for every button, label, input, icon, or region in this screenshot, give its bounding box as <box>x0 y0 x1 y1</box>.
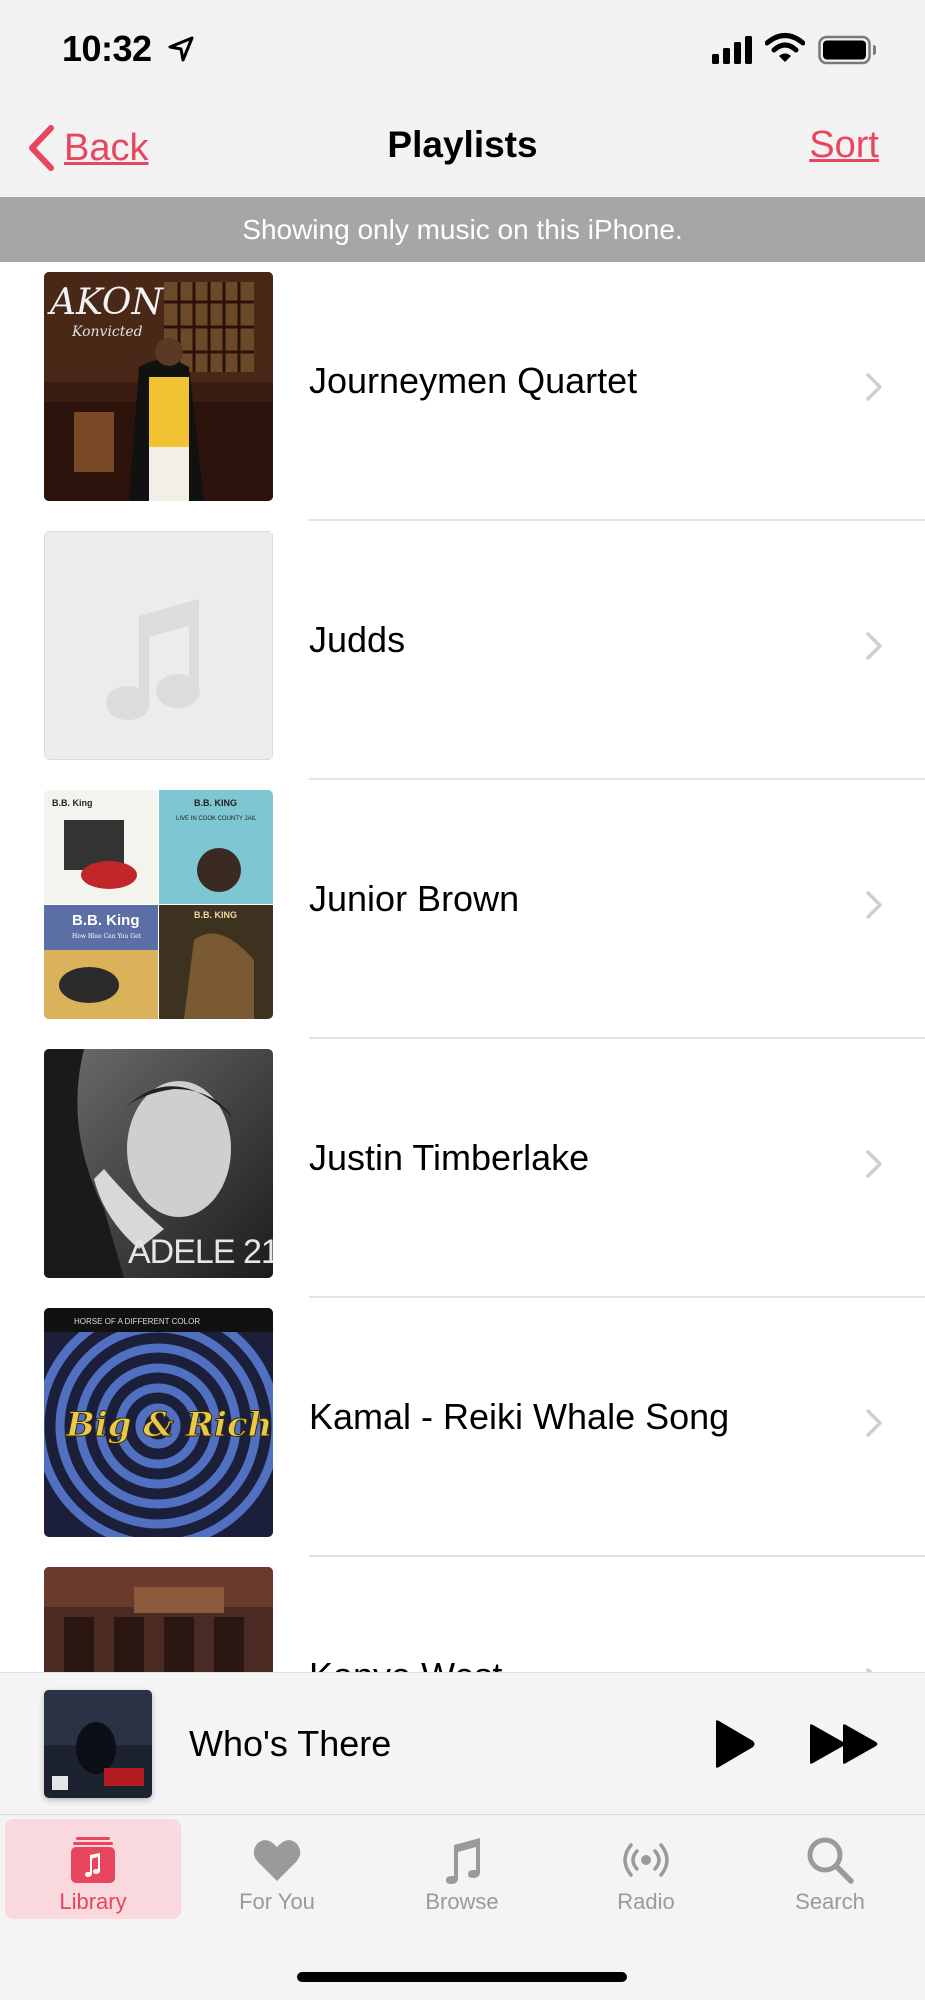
tab-for-you[interactable]: For You <box>189 1819 365 1919</box>
mini-player[interactable]: Who's There <box>0 1672 925 1814</box>
tab-label: Search <box>795 1889 865 1914</box>
playlist-item[interactable]: Kanye West <box>0 1557 925 1672</box>
playlist-item[interactable]: HORSE OF A DIFFERENT COLOR Big & Rich Ka… <box>0 1298 925 1557</box>
akon-subtitle-text: Konvicted <box>71 324 143 340</box>
building-album-art <box>44 1567 273 1672</box>
heart-icon <box>253 1840 301 1881</box>
tab-radio[interactable]: Radio <box>558 1819 734 1919</box>
playlist-list[interactable]: AKON Konvicted Journeymen Quartet Judds <box>0 262 925 1672</box>
bbking-text-4: B.B. KING <box>194 910 237 920</box>
tab-label: Browse <box>425 1889 499 1914</box>
tab-browse[interactable]: Browse <box>374 1819 550 1919</box>
status-bar: 10:32 <box>0 0 925 100</box>
bbking-text-3: B.B. King <box>72 912 140 929</box>
sort-button[interactable]: Sort <box>809 124 879 167</box>
home-indicator[interactable] <box>297 1972 627 1982</box>
chevron-right-icon <box>866 373 882 401</box>
bb-king-mosaic-art: B.B. King B.B. KING LIVE IN COOK COUNTY … <box>44 790 273 1019</box>
chevron-right-icon <box>866 1409 882 1437</box>
now-playing-art[interactable] <box>44 1690 152 1798</box>
wifi-icon <box>765 33 805 62</box>
big-rich-album-art: HORSE OF A DIFFERENT COLOR Big & Rich <box>44 1308 273 1537</box>
playlist-item[interactable]: Judds <box>0 521 925 780</box>
chevron-right-icon <box>866 632 882 660</box>
music-note-icon <box>446 1838 480 1884</box>
radio-icon <box>623 1843 669 1877</box>
offline-banner: Showing only music on this iPhone. <box>0 197 925 262</box>
playlist-item[interactable]: B.B. King B.B. KING LIVE IN COOK COUNTY … <box>0 780 925 1039</box>
bbking-sub-3: How Blue Can You Get <box>72 933 142 940</box>
location-arrow-icon <box>168 36 194 62</box>
playlist-item[interactable]: ADELE 21 Justin Timberlake <box>0 1039 925 1298</box>
playlist-label: Judds <box>309 619 406 660</box>
bigrich-top-text: HORSE OF A DIFFERENT COLOR <box>74 1317 200 1326</box>
library-icon <box>71 1837 115 1883</box>
playlist-label: Kanye West <box>309 1655 502 1672</box>
tab-label: Library <box>59 1889 127 1914</box>
playlist-label: Justin Timberlake <box>309 1137 590 1178</box>
now-playing-title: Who's There <box>189 1723 392 1764</box>
playlist-label: Kamal - Reiki Whale Song <box>309 1396 730 1437</box>
tab-library[interactable]: Library <box>5 1819 181 1919</box>
akon-album-art: AKON Konvicted <box>44 272 273 501</box>
chevron-right-icon <box>866 1150 882 1178</box>
battery-icon <box>818 35 876 65</box>
adele-text: ADELE 21 <box>128 1233 273 1271</box>
tab-label: For You <box>239 1889 315 1914</box>
bigrich-title-text: Big & Rich <box>65 1405 272 1445</box>
tab-search[interactable]: Search <box>742 1819 918 1919</box>
akon-title-text: AKON <box>47 282 164 323</box>
bbking-text-1: B.B. King <box>52 798 93 808</box>
playlist-label: Journeymen Quartet <box>309 360 638 401</box>
play-button[interactable] <box>712 1719 756 1769</box>
chevron-right-icon <box>866 891 882 919</box>
bbking-text-2: B.B. KING <box>194 798 237 808</box>
playlist-label: Junior Brown <box>309 878 520 919</box>
cellular-signal-icon <box>712 36 752 64</box>
fast-forward-button[interactable] <box>808 1723 880 1765</box>
search-icon <box>807 1837 854 1884</box>
tab-label: Radio <box>617 1889 675 1914</box>
page-title: Playlists <box>387 124 538 165</box>
adele-album-art: ADELE 21 <box>44 1049 273 1278</box>
placeholder-album-art <box>44 531 273 760</box>
bbking-sub-2: LIVE IN COOK COUNTY JAIL <box>176 816 257 822</box>
playlist-item[interactable]: AKON Konvicted Journeymen Quartet <box>0 262 925 521</box>
navigation-bar: Back Playlists Sort <box>0 100 925 197</box>
status-time: 10:32 <box>62 28 152 69</box>
